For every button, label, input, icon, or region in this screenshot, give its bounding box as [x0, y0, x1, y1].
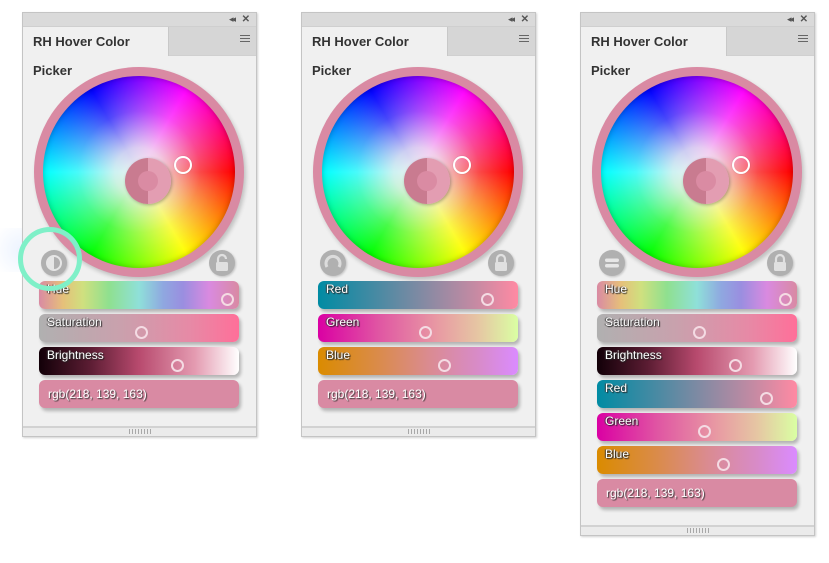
slider-knob[interactable] — [171, 359, 184, 372]
hamburger-menu-icon[interactable] — [798, 35, 808, 44]
color-wheel[interactable] — [601, 76, 793, 268]
mode-toggle-button[interactable] — [320, 250, 346, 276]
panel-tab-title[interactable]: RH Hover Color Picker — [581, 27, 727, 78]
double-chevron-left-icon[interactable]: ◂◂ — [787, 13, 794, 26]
locked-padlock-icon — [495, 253, 507, 271]
slider-label: Saturation — [47, 315, 102, 329]
color-picker-panel-hsb: ◂◂ ✕ RH Hover Color Picker Hue Saturatio… — [22, 12, 257, 437]
lock-button[interactable] — [767, 250, 793, 276]
color-wheel-ring — [592, 67, 802, 277]
slider-label: Red — [605, 381, 628, 395]
blue-slider[interactable]: Blue — [597, 446, 797, 474]
unlocked-padlock-icon — [216, 253, 228, 271]
panel-footer — [302, 426, 535, 436]
slider-knob[interactable] — [760, 392, 773, 405]
previous-color-half — [683, 158, 706, 204]
double-chevron-left-icon[interactable]: ◂◂ — [229, 13, 236, 26]
slider-knob[interactable] — [698, 425, 711, 438]
center-dot — [417, 171, 437, 191]
wheel-selection-marker[interactable] — [732, 156, 750, 174]
slider-label: Green — [605, 414, 639, 428]
slider-knob[interactable] — [717, 458, 730, 471]
resize-grip-icon[interactable] — [686, 528, 709, 533]
panel-tab-title[interactable]: RH Hover Color Picker — [302, 27, 448, 78]
blue-slider[interactable]: Blue — [318, 347, 518, 375]
color-picker-panel-rgb: ◂◂ ✕ RH Hover Color Picker Red Green Blu… — [301, 12, 536, 437]
panel-topbar: ◂◂ ✕ — [581, 13, 814, 27]
rgb-value-field[interactable]: rgb(218, 139, 163) — [597, 479, 797, 507]
panel-topbar: ◂◂ ✕ — [302, 13, 535, 27]
rgb-value-field[interactable]: rgb(218, 139, 163) — [39, 380, 239, 408]
panel-tab-row: RH Hover Color Picker — [23, 27, 256, 78]
hue-slider[interactable]: Hue — [39, 281, 239, 309]
slider-label: Saturation — [605, 315, 660, 329]
slider-label: Brightness — [605, 348, 662, 362]
slider-knob[interactable] — [693, 326, 706, 339]
rgb-value-text: rgb(218, 139, 163) — [606, 486, 705, 500]
double-chevron-left-icon[interactable]: ◂◂ — [508, 13, 515, 26]
brightness-slider[interactable]: Brightness — [597, 347, 797, 375]
close-icon[interactable]: ✕ — [800, 13, 808, 26]
red-slider[interactable]: Red — [318, 281, 518, 309]
lock-button[interactable] — [488, 250, 514, 276]
color-wheel[interactable] — [322, 76, 514, 268]
slider-label: Brightness — [47, 348, 104, 362]
slider-knob[interactable] — [135, 326, 148, 339]
slider-label: Hue — [605, 282, 628, 296]
resize-grip-icon[interactable] — [407, 429, 430, 434]
rgb-value-field[interactable]: rgb(218, 139, 163) — [318, 380, 518, 408]
panel-footer — [23, 426, 256, 436]
red-slider[interactable]: Red — [597, 380, 797, 408]
close-icon[interactable]: ✕ — [521, 13, 529, 26]
hamburger-menu-icon[interactable] — [519, 35, 529, 44]
wheel-selection-marker[interactable] — [174, 156, 192, 174]
current-color-half — [706, 158, 729, 204]
color-preview-swatch[interactable] — [404, 158, 450, 204]
slider-label: Blue — [605, 447, 630, 461]
lock-button[interactable] — [209, 250, 235, 276]
saturation-slider[interactable]: Saturation — [597, 314, 797, 342]
hamburger-menu-icon[interactable] — [240, 35, 250, 44]
panel-tab-row: RH Hover Color Picker — [581, 27, 814, 78]
green-slider[interactable]: Green — [597, 413, 797, 441]
slider-label: Green — [326, 315, 360, 329]
slider-knob[interactable] — [419, 326, 432, 339]
slider-knob[interactable] — [779, 293, 792, 306]
close-icon[interactable]: ✕ — [242, 13, 250, 26]
highlight-ring — [18, 227, 82, 291]
current-color-half — [148, 158, 171, 204]
slider-knob[interactable] — [438, 359, 451, 372]
panel-footer — [581, 525, 814, 535]
arc-refresh-icon — [324, 254, 342, 268]
rgb-value-text: rgb(218, 139, 163) — [48, 387, 147, 401]
slider-knob[interactable] — [481, 293, 494, 306]
slider-label: Red — [326, 282, 349, 296]
color-preview-swatch[interactable] — [683, 158, 729, 204]
color-picker-panel-all: ◂◂ ✕ RH Hover Color Picker Hue Saturatio… — [580, 12, 815, 536]
color-preview-swatch[interactable] — [125, 158, 171, 204]
panel-topbar: ◂◂ ✕ — [23, 13, 256, 27]
resize-grip-icon[interactable] — [128, 429, 151, 434]
center-dot — [138, 171, 158, 191]
previous-color-half — [404, 158, 427, 204]
hue-slider[interactable]: Hue — [597, 281, 797, 309]
green-slider[interactable]: Green — [318, 314, 518, 342]
rgb-value-text: rgb(218, 139, 163) — [327, 387, 426, 401]
center-dot — [696, 171, 716, 191]
panel-tab-row: RH Hover Color Picker — [302, 27, 535, 78]
panel-tab-title[interactable]: RH Hover Color Picker — [23, 27, 169, 78]
color-wheel-ring — [313, 67, 523, 277]
current-color-half — [427, 158, 450, 204]
brightness-slider[interactable]: Brightness — [39, 347, 239, 375]
previous-color-half — [125, 158, 148, 204]
locked-padlock-icon — [774, 253, 786, 271]
slider-label: Blue — [326, 348, 351, 362]
mode-toggle-button[interactable] — [599, 250, 625, 276]
equals-bars-icon — [605, 258, 619, 268]
slider-knob[interactable] — [729, 359, 742, 372]
saturation-slider[interactable]: Saturation — [39, 314, 239, 342]
slider-knob[interactable] — [221, 293, 234, 306]
wheel-selection-marker[interactable] — [453, 156, 471, 174]
